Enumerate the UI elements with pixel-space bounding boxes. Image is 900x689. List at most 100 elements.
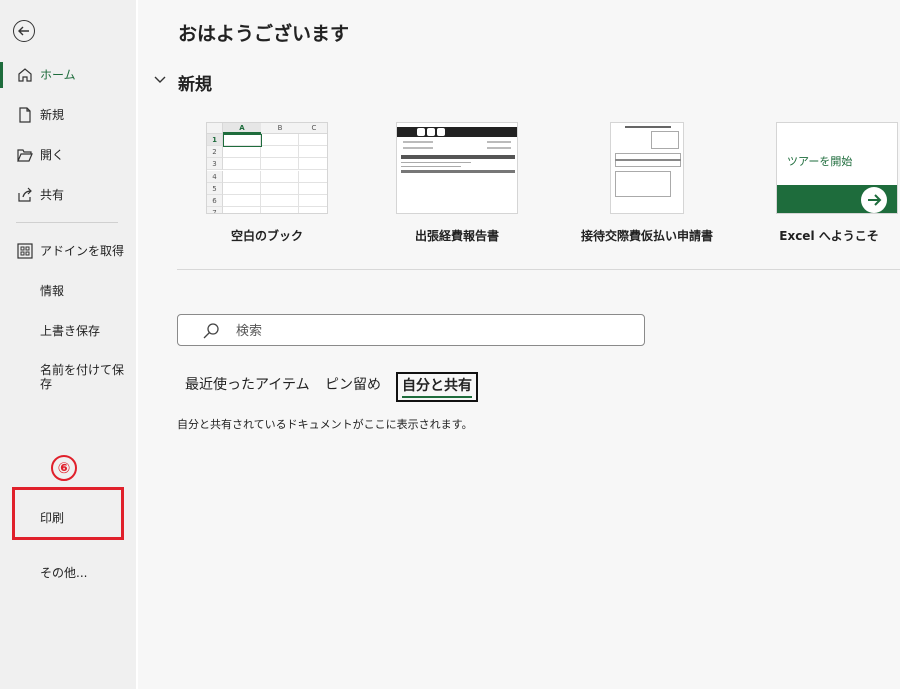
- annotation-number: ⑥: [51, 455, 77, 481]
- sidebar-item-label: アドインを取得: [40, 244, 125, 258]
- thumb-line: [403, 141, 433, 143]
- grid-cell: [261, 207, 299, 213]
- thumb-total-row: [401, 170, 515, 173]
- sidebar-divider: [16, 222, 118, 223]
- thumb-box: [615, 171, 671, 197]
- row-header: 6: [207, 195, 223, 207]
- sidebar-item-label: 開く: [40, 148, 65, 162]
- column-header: A: [223, 123, 261, 134]
- grid-cell: [299, 195, 327, 207]
- grid-cell: [223, 146, 261, 159]
- grid-cell: [299, 171, 327, 183]
- sidebar-item-open[interactable]: 開く: [0, 138, 136, 172]
- sidebar-item-more[interactable]: その他...: [40, 566, 87, 580]
- thumb-line: [403, 147, 433, 149]
- tab-label: 自分と共有: [402, 378, 472, 394]
- sidebar-item-print[interactable]: 印刷: [40, 511, 64, 525]
- row-header: 7: [207, 207, 223, 213]
- sidebar-item-info[interactable]: 情報: [40, 284, 64, 298]
- sidebar-item-home[interactable]: ホーム: [0, 58, 136, 92]
- sidebar-item-label: 共有: [40, 188, 65, 202]
- grid-cell: [223, 158, 261, 171]
- share-icon: [18, 187, 32, 202]
- row-header: 3: [207, 158, 223, 171]
- template-label: 空白のブック: [230, 229, 303, 243]
- back-arrow-icon: [18, 26, 29, 36]
- thumb-header-bar: [397, 127, 517, 137]
- home-icon: [18, 68, 32, 82]
- sidebar-border: [136, 0, 138, 689]
- grid-cell: [299, 207, 327, 213]
- grid-cell: [261, 134, 299, 146]
- template-thumbnail: [610, 122, 684, 214]
- template-label: 出張経費報告書: [414, 229, 499, 243]
- thumb-line: [401, 162, 471, 163]
- tour-text: ツアーを開始: [787, 155, 853, 168]
- thumb-table-header: [401, 155, 515, 159]
- sidebar-item-label: 新規: [40, 108, 65, 122]
- thumb-title-line: [625, 126, 671, 128]
- template-blank-workbook[interactable]: A B C 1234567 空白のブック: [206, 122, 328, 243]
- sidebar-item-label: ホーム: [40, 68, 76, 82]
- sidebar-item-share[interactable]: 共有: [0, 178, 136, 212]
- grid-cell: [261, 170, 299, 183]
- tab-recent[interactable]: 最近使ったアイテム: [185, 376, 310, 394]
- tab-pinned[interactable]: ピン留め: [325, 376, 381, 394]
- greeting-title: おはようございます: [178, 23, 350, 45]
- template-welcome-excel[interactable]: ツアーを開始 Excel へようこそ: [776, 122, 898, 243]
- thumb-line: [615, 159, 681, 161]
- sidebar-item-new[interactable]: 新規: [0, 98, 136, 132]
- annotation-highlight-box: [12, 487, 124, 540]
- sidebar-item-get-addins[interactable]: アドインを取得: [0, 234, 136, 268]
- addins-grid-icon: [17, 243, 33, 259]
- template-thumbnail: ツアーを開始: [776, 122, 898, 214]
- section-title-new: 新規: [178, 75, 212, 95]
- thumb-icon: [417, 128, 425, 136]
- sidebar-item-save-as[interactable]: 名前を付けて保存: [40, 363, 126, 391]
- thumb-line: [487, 141, 511, 143]
- template-entertainment-expense[interactable]: 接待交際費仮払い申請書: [581, 122, 713, 243]
- template-label: Excel へようこそ: [779, 229, 879, 243]
- template-label: 接待交際費仮払い申請書: [580, 229, 713, 243]
- corner-cell: [207, 123, 223, 134]
- grid-cell: [299, 146, 327, 159]
- thumb-icon: [437, 128, 445, 136]
- grid-cell: [261, 182, 299, 195]
- grid-cell: [223, 207, 261, 213]
- template-thumbnail: [396, 122, 518, 214]
- grid-cell: [261, 195, 299, 207]
- tab-shared-with-me[interactable]: 自分と共有: [396, 372, 478, 402]
- sidebar-item-save[interactable]: 上書き保存: [40, 324, 100, 338]
- new-document-icon: [19, 107, 31, 123]
- row-header: 1: [207, 134, 223, 146]
- grid-cell: [299, 158, 327, 171]
- thumb-box: [651, 131, 679, 149]
- tab-underline: [402, 396, 472, 398]
- grid-cell: [299, 134, 327, 146]
- row-header: 4: [207, 170, 223, 183]
- arrow-circle: [861, 187, 887, 213]
- search-box[interactable]: [177, 314, 645, 346]
- template-thumbnail: A B C 1234567: [206, 122, 328, 214]
- search-icon: [203, 323, 219, 339]
- thumb-line: [487, 147, 511, 149]
- search-input[interactable]: [236, 321, 626, 341]
- empty-state-message: 自分と共有されているドキュメントがここに表示されます。: [177, 418, 473, 431]
- back-button[interactable]: [13, 20, 35, 42]
- selected-cell: [223, 134, 262, 147]
- grid-cell: [261, 158, 299, 171]
- grid-cell: [223, 170, 261, 183]
- thumb-line: [401, 166, 461, 167]
- row-header: 5: [207, 182, 223, 195]
- column-header: B: [261, 123, 299, 134]
- grid-cell: [223, 195, 261, 207]
- row-header: 2: [207, 146, 223, 159]
- column-header: C: [299, 123, 327, 134]
- folder-open-icon: [17, 149, 33, 162]
- grid-cell: [223, 182, 261, 195]
- chevron-down-icon[interactable]: [154, 74, 166, 84]
- arrow-right-icon: [868, 194, 882, 206]
- grid-cell: [261, 146, 299, 159]
- sidebar: ホーム 新規 開く 共有 アドインを取得 情報 上書き保存 名前を付けて保存 ⑥…: [0, 0, 136, 689]
- template-travel-expense[interactable]: 出張経費報告書: [396, 122, 518, 243]
